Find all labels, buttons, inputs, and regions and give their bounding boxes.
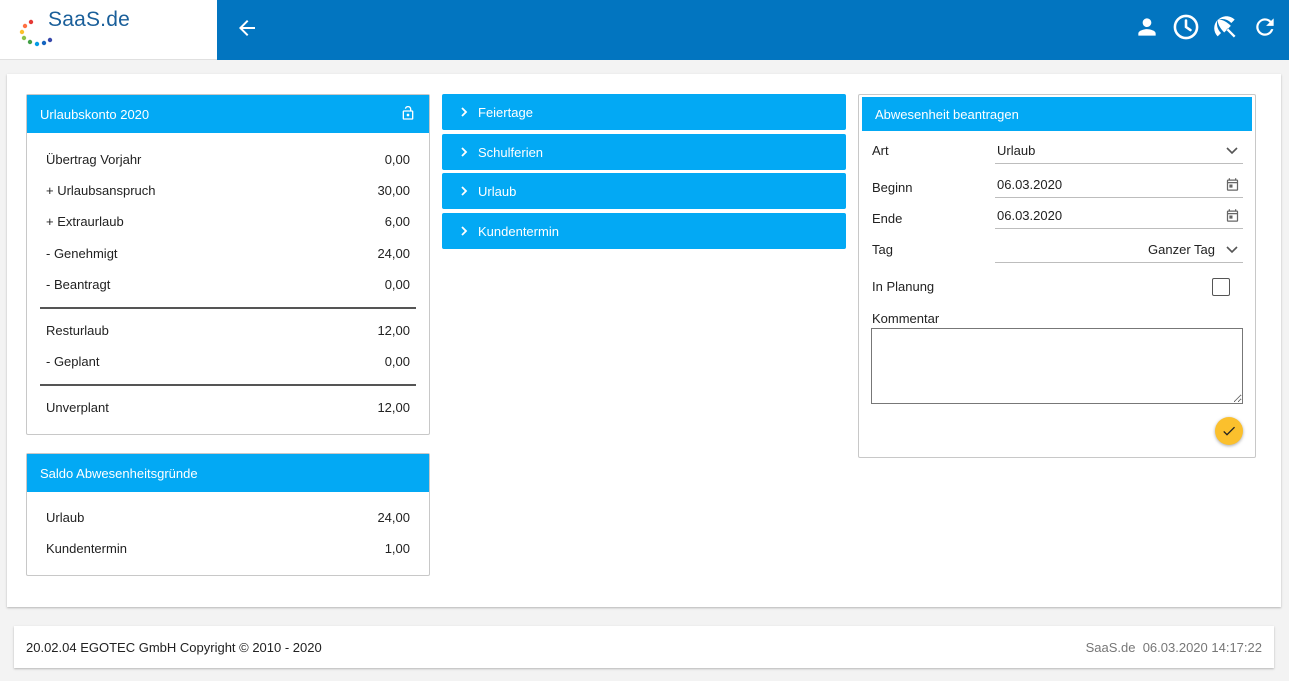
row-label: Unverplant (46, 400, 109, 415)
accordion-label: Schulferien (478, 144, 544, 160)
divider (40, 307, 416, 309)
submit-button[interactable] (1215, 417, 1243, 445)
row-label: - Geplant (46, 354, 100, 369)
accordion-label: Kundentermin (478, 223, 559, 239)
user-icon (1138, 18, 1156, 36)
row-label: Übertrag Vorjahr (46, 152, 142, 167)
row-label: Urlaub (46, 510, 85, 525)
row-value: 0,00 (384, 277, 410, 292)
ende-label: Ende (872, 211, 903, 226)
accordion-label: Feiertage (478, 104, 533, 120)
chevron-right-icon (461, 226, 468, 236)
tag-value: Ganzer Tag (1148, 242, 1215, 257)
saldo-row-urlaub: Urlaub 24,00 (46, 510, 410, 525)
row-value: 0,00 (384, 152, 410, 167)
row-label: + Extraurlaub (46, 214, 124, 229)
divider (40, 384, 416, 386)
art-select[interactable]: Urlaub (995, 138, 1243, 164)
konto-row-uebertrag: Übertrag Vorjahr 0,00 (46, 152, 410, 167)
top-app-bar: SaaS.de (0, 0, 1289, 60)
kommentar-label: Kommentar (872, 311, 940, 326)
chevron-right-icon (461, 186, 468, 196)
chevron-down-icon (1223, 142, 1241, 160)
art-label: Art (872, 143, 889, 158)
konto-row-resturlaub: Resturlaub 12,00 (46, 323, 410, 338)
refresh-button[interactable] (1251, 13, 1279, 41)
absence-request-title: Abwesenheit beantragen (875, 106, 1019, 122)
row-label: - Beantragt (46, 277, 111, 292)
saldo-panel: Saldo Abwesenheitsgründe Urlaub 24,00 Ku… (26, 453, 430, 576)
ende-date-field[interactable]: 06.03.2020 (995, 203, 1243, 229)
row-value: 6,00 (384, 214, 410, 229)
art-value: Urlaub (997, 143, 1036, 158)
saldo-title: Saldo Abwesenheitsgründe (40, 465, 198, 481)
urlaubskonto-panel: Urlaubskonto 2020 Übertrag Vorjahr 0,00 … (26, 94, 430, 435)
konto-row-unverplant: Unverplant 12,00 (46, 400, 410, 415)
calendar-icon[interactable] (1223, 207, 1241, 225)
planung-label: In Planung (872, 279, 935, 294)
kommentar-textarea[interactable] (871, 328, 1243, 404)
user-button[interactable] (1133, 13, 1161, 41)
calendar-icon[interactable] (1223, 176, 1241, 194)
row-value: 24,00 (377, 510, 410, 525)
row-value: 0,00 (384, 354, 410, 369)
beginn-value: 06.03.2020 (997, 177, 1063, 192)
tag-select[interactable]: Ganzer Tag (995, 237, 1243, 263)
logo[interactable]: SaaS.de (0, 0, 217, 60)
urlaubskonto-header: Urlaubskonto 2020 (27, 95, 429, 133)
ende-value: 06.03.2020 (997, 208, 1063, 223)
footer: 20.02.04 EGOTEC GmbH Copyright © 2010 - … (14, 626, 1274, 668)
row-value: 30,00 (377, 183, 410, 198)
row-label: - Genehmigt (46, 246, 118, 261)
row-value: 1,00 (384, 541, 410, 556)
konto-row-geplant: - Geplant 0,00 (46, 354, 410, 369)
main-content: Urlaubskonto 2020 Übertrag Vorjahr 0,00 … (7, 74, 1281, 607)
row-value: 12,00 (377, 323, 410, 338)
absence-request-panel: Abwesenheit beantragen Art Urlaub Beginn… (858, 94, 1256, 458)
saldo-header: Saldo Abwesenheitsgründe (27, 454, 429, 492)
back-arrow-icon (239, 20, 255, 36)
chevron-right-icon (461, 147, 468, 157)
accordion-feiertage[interactable]: Feiertage (442, 94, 846, 130)
footer-copyright: 20.02.04 EGOTEC GmbH Copyright © 2010 - … (26, 639, 322, 655)
konto-row-extraurlaub: + Extraurlaub 6,00 (46, 214, 410, 229)
row-value: 12,00 (377, 400, 410, 415)
row-label: Kundentermin (46, 541, 127, 556)
check-icon (1223, 426, 1235, 436)
accordion-label: Urlaub (478, 183, 517, 199)
clock-icon (1173, 14, 1199, 40)
vacation-button[interactable] (1211, 13, 1239, 41)
beginn-label: Beginn (872, 180, 913, 195)
lock-open-icon[interactable] (400, 105, 416, 121)
konto-row-beantragt: - Beantragt 0,00 (46, 277, 410, 292)
refresh-icon (1256, 18, 1274, 36)
tag-label: Tag (872, 242, 893, 257)
konto-row-genehmigt: - Genehmigt 24,00 (46, 246, 410, 261)
konto-row-anspruch: + Urlaubsanspruch 30,00 (46, 183, 410, 198)
row-label: Resturlaub (46, 323, 109, 338)
beach-umbrella-icon (1214, 16, 1236, 38)
row-value: 24,00 (377, 246, 410, 261)
beginn-date-field[interactable]: 06.03.2020 (995, 172, 1243, 198)
accordion-kundentermin[interactable]: Kundentermin (442, 213, 846, 249)
time-button[interactable] (1172, 13, 1200, 41)
planung-checkbox[interactable] (1212, 278, 1230, 296)
chevron-down-icon (1223, 241, 1241, 259)
row-label: + Urlaubsanspruch (46, 183, 156, 198)
urlaubskonto-title: Urlaubskonto 2020 (40, 106, 150, 122)
saldo-row-kundentermin: Kundentermin 1,00 (46, 541, 410, 556)
chevron-right-icon (461, 107, 468, 117)
accordion-urlaub[interactable]: Urlaub (442, 173, 846, 209)
footer-status: SaaS.de 06.03.2020 14:17:22 (1085, 639, 1262, 655)
accordion-schulferien[interactable]: Schulferien (442, 134, 846, 170)
absence-request-header: Abwesenheit beantragen (862, 97, 1252, 131)
logo-text: SaaS.de (48, 8, 130, 31)
back-button[interactable] (232, 13, 262, 43)
